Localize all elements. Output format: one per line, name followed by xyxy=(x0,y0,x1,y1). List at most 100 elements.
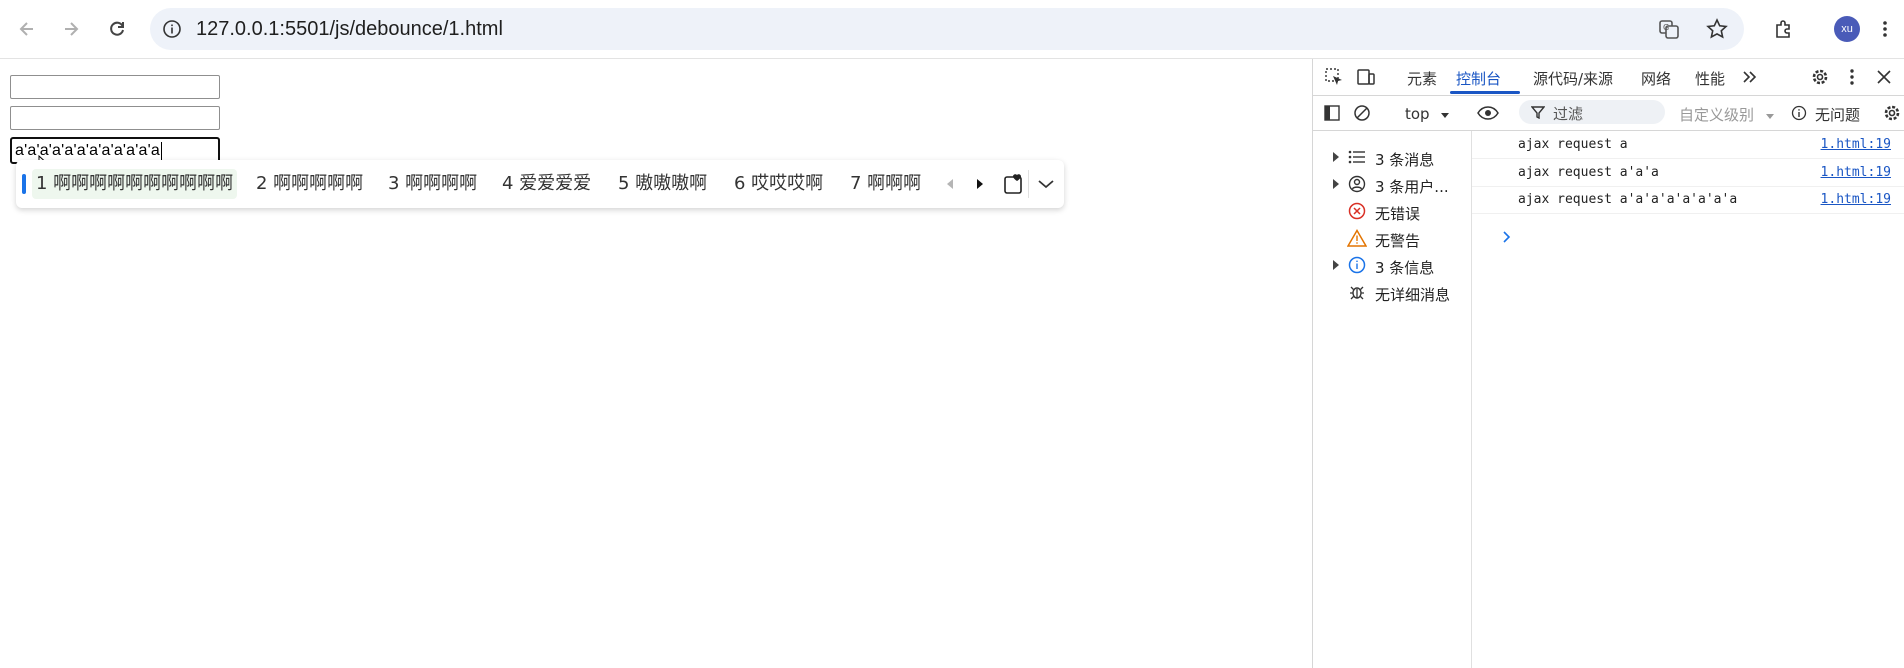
sidebar-item-info[interactable]: 3 条信息 xyxy=(1313,252,1471,278)
clear-console-button[interactable] xyxy=(1351,102,1373,124)
eye-icon xyxy=(1477,106,1499,120)
tab-network[interactable]: 网络 xyxy=(1641,68,1671,89)
double-chevron-right-icon xyxy=(1743,71,1757,83)
triangle-left-icon xyxy=(947,179,953,189)
tab-elements[interactable]: 元素 xyxy=(1407,68,1437,89)
sidebar-item-errors[interactable]: 无错误 xyxy=(1313,198,1471,224)
dropdown-arrow-icon xyxy=(1765,114,1774,119)
error-icon xyxy=(1347,201,1367,221)
ime-candidate-2[interactable]: 2 啊啊啊啊啊 xyxy=(252,169,367,199)
source-link[interactable]: 1.html:19 xyxy=(1821,192,1891,207)
console-message: ajax request a 1.html:19 xyxy=(1472,131,1904,159)
ime-candidate-3[interactable]: 3 啊啊啊啊 xyxy=(384,169,481,199)
source-link[interactable]: 1.html:19 xyxy=(1821,165,1891,180)
forward-button[interactable] xyxy=(54,12,88,46)
bookmark-star-icon[interactable] xyxy=(1706,18,1728,40)
devtools-settings-button[interactable] xyxy=(1809,66,1831,88)
live-expression-button[interactable] xyxy=(1477,102,1499,124)
toggle-sidebar-button[interactable] xyxy=(1321,102,1343,124)
expand-arrow-icon xyxy=(1333,260,1339,270)
tab-performance[interactable]: 性能 xyxy=(1695,68,1725,89)
devtools-close-button[interactable] xyxy=(1873,66,1895,88)
ime-candidate-bar: 1 啊啊啊啊啊啊啊啊啊啊 2 啊啊啊啊啊 3 啊啊啊啊 4 爱爱爱爱 5 嗷嗷嗷… xyxy=(16,160,1064,208)
close-icon xyxy=(1877,70,1891,84)
svg-text:G: G xyxy=(1663,23,1669,32)
translate-icon[interactable]: G xyxy=(1658,18,1680,40)
browser-menu-button[interactable] xyxy=(1868,12,1902,46)
address-bar[interactable]: 127.0.0.1:5501/js/debounce/1.html G xyxy=(150,8,1744,50)
inspect-icon xyxy=(1325,68,1342,85)
ime-candidate-1[interactable]: 1 啊啊啊啊啊啊啊啊啊啊 xyxy=(32,169,238,199)
list-icon xyxy=(1347,147,1367,167)
gear-icon xyxy=(1884,105,1900,121)
console-message: ajax request a'a'a'a'a'a'a'a 1.html:19 xyxy=(1472,186,1904,214)
ime-favorite-button[interactable] xyxy=(1002,172,1026,196)
context-selector[interactable]: top xyxy=(1405,105,1450,123)
page-viewport: a'a'a'a'a'a'a'a'a'a'a'a 1 啊啊啊啊啊啊啊啊啊啊 2 啊… xyxy=(0,59,1312,668)
chevron-down-icon xyxy=(1038,180,1054,189)
kebab-menu-icon xyxy=(1850,69,1854,85)
inspect-element-button[interactable] xyxy=(1323,66,1345,88)
console-sidebar: 3 条消息 3 条用户... 无错误 无警告 3 条信息 无详细消息 xyxy=(1313,131,1472,668)
user-icon xyxy=(1347,174,1367,194)
text-input-1[interactable] xyxy=(10,75,220,99)
context-label: top xyxy=(1405,105,1430,123)
tab-sources[interactable]: 源代码/来源 xyxy=(1533,68,1613,89)
ime-candidate-7[interactable]: 7 啊啊啊 xyxy=(846,169,925,199)
expand-arrow-icon xyxy=(1333,152,1339,162)
info-icon xyxy=(1347,255,1367,275)
input-3-value: a'a'a'a'a'a'a'a'a'a'a'a xyxy=(15,142,160,159)
device-toolbar-button[interactable] xyxy=(1355,66,1377,88)
log-levels-dropdown[interactable]: 自定义级别 xyxy=(1679,104,1775,125)
bug-icon xyxy=(1347,282,1367,302)
console-output: ajax request a 1.html:19 ajax request a'… xyxy=(1472,131,1904,668)
console-settings-button[interactable] xyxy=(1881,102,1903,124)
dropdown-arrow-icon xyxy=(1441,113,1450,118)
source-link[interactable]: 1.html:19 xyxy=(1821,137,1891,152)
browser-toolbar: 127.0.0.1:5501/js/debounce/1.html G xu xyxy=(0,0,1904,59)
sidebar-item-verbose[interactable]: 无详细消息 xyxy=(1313,279,1471,305)
forward-icon xyxy=(65,22,79,36)
ime-next-page-button[interactable] xyxy=(968,172,992,196)
console-prompt-icon[interactable] xyxy=(1502,231,1512,243)
more-tabs-button[interactable] xyxy=(1739,66,1761,88)
triangle-right-icon xyxy=(977,179,983,189)
url-text[interactable]: 127.0.0.1:5501/js/debounce/1.html xyxy=(196,18,503,40)
text-caret xyxy=(160,141,162,160)
extensions-icon xyxy=(1776,20,1790,38)
back-button[interactable] xyxy=(10,12,44,46)
tab-console[interactable]: 控制台 xyxy=(1456,68,1501,89)
ime-expand-button[interactable] xyxy=(1034,172,1058,196)
devtools-more-button[interactable] xyxy=(1841,66,1863,88)
sidebar-toggle-icon xyxy=(1324,105,1340,121)
expand-arrow-icon xyxy=(1333,179,1339,189)
sidebar-item-user-messages[interactable]: 3 条用户... xyxy=(1313,171,1471,197)
gear-icon xyxy=(1812,69,1828,85)
issues-counter[interactable]: 无问题 xyxy=(1815,104,1860,125)
devtools-tab-bar: 元素 控制台 源代码/来源 网络 性能 xyxy=(1313,59,1904,96)
ime-indicator xyxy=(22,174,26,194)
ime-candidate-5[interactable]: 5 嗷嗷嗷啊 xyxy=(614,169,711,199)
info-icon xyxy=(1791,105,1807,121)
favorite-phrase-icon xyxy=(1004,174,1022,194)
console-message: ajax request a'a'a 1.html:19 xyxy=(1472,159,1904,187)
warning-icon xyxy=(1347,228,1367,248)
sidebar-item-warnings[interactable]: 无警告 xyxy=(1313,225,1471,251)
text-input-2[interactable] xyxy=(10,106,220,130)
filter-icon xyxy=(1531,106,1545,119)
reload-button[interactable] xyxy=(100,12,134,46)
menu-icon xyxy=(1883,21,1887,37)
profile-avatar[interactable]: xu xyxy=(1834,16,1860,42)
ime-separator xyxy=(1028,170,1029,198)
ime-prev-page-button[interactable] xyxy=(938,172,962,196)
active-tab-indicator xyxy=(1450,91,1520,94)
ime-candidate-6[interactable]: 6 哎哎哎啊 xyxy=(730,169,827,199)
ime-candidate-4[interactable]: 4 爱爱爱爱 xyxy=(498,169,595,199)
site-info-icon[interactable] xyxy=(162,19,182,39)
console-filter-input[interactable]: 过滤 xyxy=(1519,100,1665,124)
sidebar-item-messages[interactable]: 3 条消息 xyxy=(1313,144,1471,170)
devtools-panel: 元素 控制台 源代码/来源 网络 性能 top 过滤 自定义级别 无问题 3 条… xyxy=(1312,59,1904,668)
device-icon xyxy=(1357,69,1375,85)
extensions-button[interactable] xyxy=(1766,12,1800,46)
reload-icon xyxy=(110,21,124,36)
